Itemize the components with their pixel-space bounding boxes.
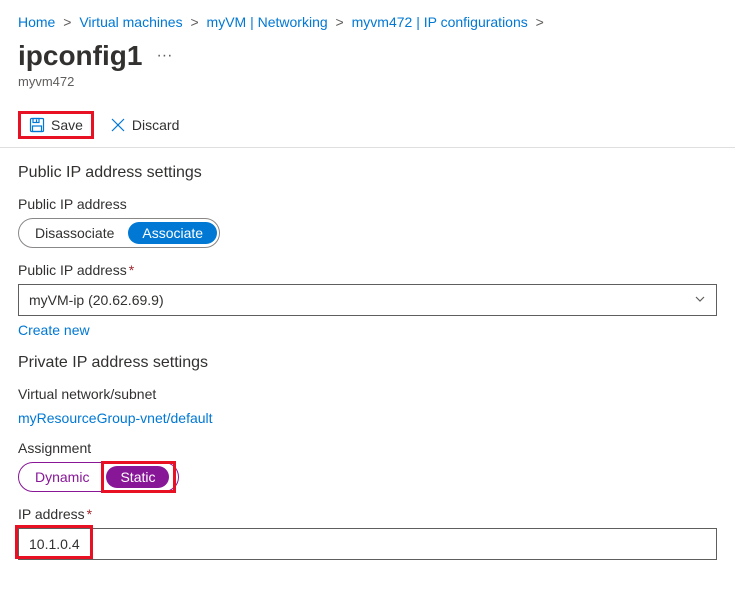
public-ip-label: Public IP address (18, 196, 717, 212)
assignment-label: Assignment (18, 440, 717, 456)
page-subtitle: myvm472 (0, 74, 735, 103)
breadcrumb-sep: > (536, 14, 544, 30)
ip-address-label: IP address* (18, 506, 717, 522)
breadcrumb-ipconfigs[interactable]: myvm472 | IP configurations (352, 14, 528, 30)
required-asterisk: * (87, 506, 92, 522)
vnet-label: Virtual network/subnet (18, 386, 717, 402)
save-button[interactable]: Save (18, 111, 94, 139)
associate-pill[interactable]: Associate (128, 222, 217, 244)
public-ip-select-value: myVM-ip (20.62.69.9) (29, 292, 164, 308)
chevron-down-icon (694, 293, 706, 308)
disassociate-pill[interactable]: Disassociate (21, 222, 128, 244)
assignment-toggle[interactable]: Dynamic Static (18, 462, 179, 492)
breadcrumb-sep: > (336, 14, 344, 30)
private-ip-heading: Private IP address settings (18, 354, 717, 372)
page-title-row: ipconfig1 ··· (0, 38, 735, 74)
save-label: Save (51, 117, 83, 133)
public-ip-heading: Public IP address settings (18, 164, 717, 182)
required-asterisk: * (129, 262, 134, 278)
discard-button[interactable]: Discard (102, 113, 187, 137)
create-new-link[interactable]: Create new (18, 322, 90, 338)
static-pill[interactable]: Static (106, 466, 169, 488)
breadcrumb-sep: > (190, 14, 198, 30)
save-icon (29, 117, 45, 133)
toolbar: Save Discard (0, 103, 735, 148)
public-ip-dropdown-label: Public IP address* (18, 262, 717, 278)
breadcrumb-home[interactable]: Home (18, 14, 55, 30)
dynamic-pill[interactable]: Dynamic (21, 466, 103, 488)
more-icon[interactable]: ··· (156, 47, 172, 65)
page-title: ipconfig1 (18, 40, 142, 72)
ip-address-input[interactable] (18, 528, 717, 560)
breadcrumb: Home > Virtual machines > myVM | Network… (0, 0, 735, 38)
static-highlight: Static (101, 461, 176, 493)
breadcrumb-networking[interactable]: myVM | Networking (207, 14, 328, 30)
breadcrumb-sep: > (63, 14, 71, 30)
breadcrumb-vms[interactable]: Virtual machines (79, 14, 182, 30)
content: Public IP address settings Public IP add… (0, 148, 735, 576)
public-ip-toggle[interactable]: Disassociate Associate (18, 218, 220, 248)
vnet-link[interactable]: myResourceGroup-vnet/default (18, 410, 213, 426)
discard-label: Discard (132, 117, 179, 133)
public-ip-select[interactable]: myVM-ip (20.62.69.9) (18, 284, 717, 316)
ip-address-field-container (18, 528, 717, 560)
close-icon (110, 117, 126, 133)
